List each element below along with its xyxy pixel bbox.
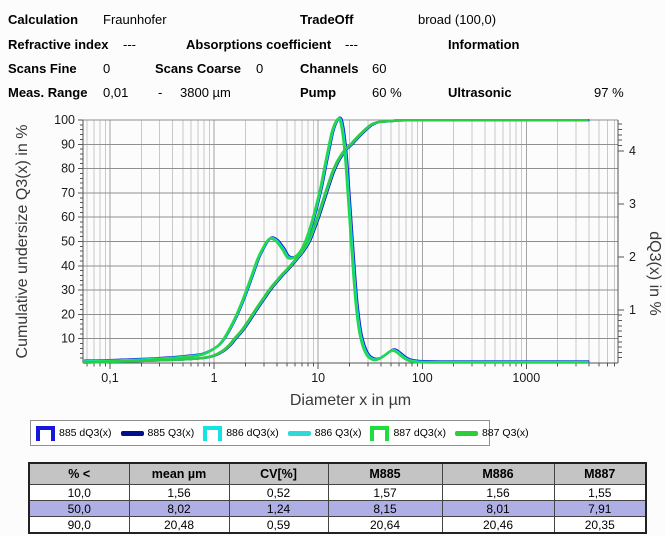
y-right-tick-label: 4: [629, 144, 636, 158]
header-scans-fine-label: Scans Fine: [8, 61, 77, 76]
header-channels-value: 60: [372, 61, 386, 76]
legend-item-label: 887 Q3(x): [482, 427, 529, 439]
y-left-tick-label: 30: [61, 283, 75, 297]
column-header: M887: [554, 463, 646, 485]
cell: 20,35: [554, 517, 646, 534]
x-tick-label: 10: [311, 371, 325, 385]
x-tick-label: 0,1: [101, 371, 118, 385]
x-axis-title: Diameter x in µm: [290, 392, 411, 409]
y-left-tick-label: 100: [54, 113, 75, 127]
legend-item-label: 887 dQ3(x): [393, 427, 446, 439]
legend-item-label: 886 Q3(x): [315, 427, 362, 439]
y-left-tick-label: 10: [61, 332, 75, 346]
line-swatch-icon: [288, 431, 311, 436]
cell: 20,48: [129, 517, 229, 534]
distribution-chart: 1020304050607080901000,111010010001234Cu…: [0, 110, 665, 415]
header-ultrasonic-value: 97 %: [594, 85, 624, 100]
percentile-table: % < mean µm CV[%] M885 M886 M887 10,0 1,…: [28, 462, 647, 534]
header-meas-range-label: Meas. Range: [8, 85, 87, 100]
y-right-tick-label: 2: [629, 250, 636, 264]
cell: 1,24: [229, 501, 328, 517]
particle-size-analysis-report: Calculation Fraunhofer TradeOff broad (100,…: [0, 0, 665, 536]
table-row[interactable]: 50,0 8,02 1,24 8,15 8,01 7,91: [29, 501, 646, 517]
legend-item-886-q3[interactable]: 886 Q3(x): [288, 427, 362, 439]
chart-curves: [83, 118, 588, 363]
histogram-swatch-icon: [36, 426, 55, 441]
y-left-tick-label: 90: [61, 137, 75, 151]
cell: 8,15: [328, 501, 442, 517]
legend-item-885-q3[interactable]: 885 Q3(x): [121, 427, 195, 439]
column-header: M885: [328, 463, 442, 485]
legend-item-885-dq3[interactable]: 885 dQ3(x): [36, 426, 112, 441]
column-header: % <: [29, 463, 129, 485]
cell: 1,55: [554, 485, 646, 501]
cell: 90,0: [29, 517, 129, 534]
legend-item-label: 885 Q3(x): [148, 427, 195, 439]
cell: 20,64: [328, 517, 442, 534]
cell: 1,56: [442, 485, 554, 501]
y-left-tick-label: 40: [61, 259, 75, 273]
legend-item-887-q3[interactable]: 887 Q3(x): [455, 427, 529, 439]
header-scans-coarse-label: Scans Coarse: [155, 61, 241, 76]
y-right-tick-label: 1: [629, 303, 636, 317]
y-left-tick-label: 80: [61, 162, 75, 176]
line-swatch-icon: [455, 431, 478, 436]
x-tick-label: 1000: [512, 371, 540, 385]
cell: 10,0: [29, 485, 129, 501]
header-ultrasonic-label: Ultrasonic: [448, 85, 512, 100]
table-row[interactable]: 90,0 20,48 0,59 20,64 20,46 20,35: [29, 517, 646, 534]
cell: 0,52: [229, 485, 328, 501]
column-header: CV[%]: [229, 463, 328, 485]
histogram-swatch-icon: [203, 426, 222, 441]
legend-item-887-dq3[interactable]: 887 dQ3(x): [370, 426, 446, 441]
legend-item-label: 886 dQ3(x): [226, 427, 279, 439]
y-left-axis-title: Cumulative undersize Q3(x) in %: [14, 125, 31, 359]
cell: 1,56: [129, 485, 229, 501]
header-meas-range-min: 0,01: [103, 85, 128, 100]
cell: 0,59: [229, 517, 328, 534]
header-tradeoff-label: TradeOff: [300, 12, 353, 27]
series-curve-887-dq3: [83, 119, 587, 363]
cell: 1,57: [328, 485, 442, 501]
histogram-swatch-icon: [370, 426, 389, 441]
header-information-label: Information: [448, 37, 520, 52]
header-meas-range-max: 3800 µm: [180, 85, 231, 100]
x-tick-label: 1: [211, 371, 218, 385]
y-left-tick-label: 20: [61, 307, 75, 321]
y-right-axis-title: dQ3(x) in %: [646, 231, 663, 315]
y-left-tick-label: 50: [61, 235, 75, 249]
header-meas-range-separator: -: [158, 85, 162, 100]
header-refractive-index-label: Refractive index: [8, 37, 108, 52]
cell: 50,0: [29, 501, 129, 517]
y-left-tick-label: 70: [61, 186, 75, 200]
header-tradeoff-value: broad (100,0): [418, 12, 496, 27]
header-pump-value: 60 %: [372, 85, 402, 100]
header-absorptions-coefficient-value: ---: [345, 37, 358, 52]
table-row[interactable]: 10,0 1,56 0,52 1,57 1,56 1,55: [29, 485, 646, 501]
header-refractive-index-value: ---: [123, 37, 136, 52]
header-scans-fine-value: 0: [103, 61, 110, 76]
legend-item-886-dq3[interactable]: 886 dQ3(x): [203, 426, 279, 441]
column-header: M886: [442, 463, 554, 485]
cell: 8,02: [129, 501, 229, 517]
header-pump-label: Pump: [300, 85, 336, 100]
legend-item-label: 885 dQ3(x): [59, 427, 112, 439]
y-left-tick-label: 60: [61, 210, 75, 224]
chart-legend: 885 dQ3(x) 885 Q3(x) 886 dQ3(x) 886 Q3(x…: [30, 420, 490, 446]
header-calculation-label: Calculation: [8, 12, 78, 27]
table-header-row: % < mean µm CV[%] M885 M886 M887: [29, 463, 646, 485]
line-swatch-icon: [121, 431, 144, 436]
chart-axis-titles: Cumulative undersize Q3(x) in % dQ3(x) in…: [14, 125, 663, 409]
cell: 7,91: [554, 501, 646, 517]
header-calculation-value: Fraunhofer: [103, 12, 167, 27]
header-absorptions-coefficient-label: Absorptions coefficient: [186, 37, 331, 52]
header-scans-coarse-value: 0: [256, 61, 263, 76]
x-tick-label: 100: [412, 371, 433, 385]
header-channels-label: Channels: [300, 61, 359, 76]
column-header: mean µm: [129, 463, 229, 485]
y-right-tick-label: 3: [629, 197, 636, 211]
cell: 8,01: [442, 501, 554, 517]
cell: 20,46: [442, 517, 554, 534]
